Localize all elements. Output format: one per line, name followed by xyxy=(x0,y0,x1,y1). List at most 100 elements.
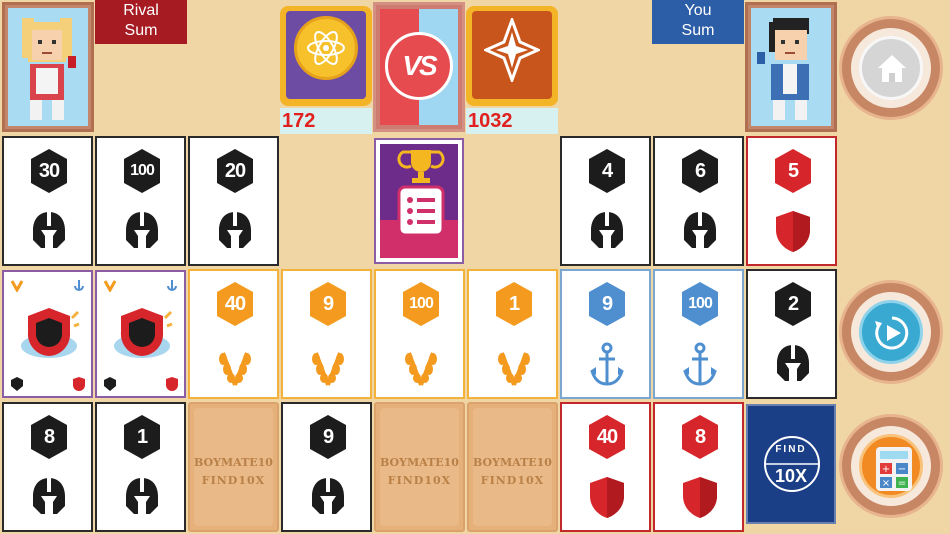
shield-icon xyxy=(587,474,627,520)
card-value-badge: 8 xyxy=(29,414,69,460)
card-value-badge: 6 xyxy=(680,148,720,194)
card[interactable]: 100 xyxy=(95,136,186,266)
trophy-list-card[interactable] xyxy=(374,138,464,264)
card-value: 20 xyxy=(224,160,246,182)
card-value-badge: 1 xyxy=(494,281,534,327)
calculator-icon: + − × = xyxy=(876,447,912,491)
slot-subtext: FIND10X xyxy=(387,474,452,487)
calculator-button[interactable]: + − × = xyxy=(839,414,943,518)
empty-card-slot[interactable]: BOYMATE10 FIND10X xyxy=(188,402,279,532)
card-value: 8 xyxy=(43,426,55,448)
vs-text: VS xyxy=(402,50,437,81)
card[interactable]: 40 xyxy=(560,402,651,532)
bonus-card[interactable] xyxy=(2,270,93,398)
card-value-badge: 40 xyxy=(587,414,627,460)
wheat-icon xyxy=(494,341,534,387)
card[interactable]: 9 xyxy=(281,269,372,399)
card[interactable]: 8 xyxy=(653,402,744,532)
card[interactable]: 9 xyxy=(281,402,372,532)
card-value-badge: 30 xyxy=(29,148,69,194)
helmet-icon xyxy=(104,377,116,391)
rival-score: 172 xyxy=(280,108,372,134)
helmet-icon xyxy=(680,208,720,254)
card-value: 9 xyxy=(322,426,334,448)
deck-subtext: 10X xyxy=(774,466,808,486)
card-value-badge: 100 xyxy=(680,281,720,327)
anchor-icon xyxy=(587,341,627,387)
you-avatar xyxy=(745,2,837,132)
card[interactable]: 8 xyxy=(2,402,93,532)
rival-avatar xyxy=(2,2,94,132)
rival-sum-label: Rival Sum xyxy=(95,0,187,44)
card-value: 100 xyxy=(409,295,434,312)
you-emblem xyxy=(466,6,558,106)
card-value-badge: 5 xyxy=(773,148,813,194)
card-value-badge: 9 xyxy=(308,414,348,460)
card[interactable]: 1 xyxy=(95,402,186,532)
card-value-badge: 4 xyxy=(587,148,627,194)
card-value-badge: 40 xyxy=(215,281,255,327)
home-button[interactable] xyxy=(839,16,943,120)
card-value-badge: 1 xyxy=(122,414,162,460)
helmet-icon xyxy=(215,208,255,254)
empty-card-slot[interactable]: BOYMATE10 FIND10X xyxy=(374,402,465,532)
card-value: 8 xyxy=(694,426,706,448)
card[interactable]: 6 xyxy=(653,136,744,266)
card-value: 1 xyxy=(136,426,148,448)
replay-icon xyxy=(875,316,909,350)
card-value: 9 xyxy=(601,293,613,315)
empty-card-slot[interactable]: BOYMATE10 FIND10X xyxy=(467,402,558,532)
card-value-badge: 9 xyxy=(587,281,627,327)
you-score: 1032 xyxy=(466,108,558,134)
card[interactable]: 100 xyxy=(653,269,744,399)
card[interactable]: 5 xyxy=(746,136,837,266)
replay-button[interactable] xyxy=(839,280,943,384)
helmet-icon xyxy=(773,341,813,387)
anchor-icon xyxy=(167,280,177,291)
shield-emblem-icon xyxy=(21,308,80,358)
card-value-badge: 20 xyxy=(215,148,255,194)
helmet-icon xyxy=(122,208,162,254)
draw-deck[interactable]: FIND 10X xyxy=(746,404,836,524)
list-icon xyxy=(397,185,445,237)
card-value: 4 xyxy=(601,160,613,182)
shield-emblem-icon xyxy=(114,308,173,358)
you-sum-label: You Sum xyxy=(652,0,744,44)
bonus-card[interactable] xyxy=(95,270,186,398)
card[interactable]: 20 xyxy=(188,136,279,266)
svg-text:×: × xyxy=(882,478,890,489)
shield-icon xyxy=(680,474,720,520)
home-icon xyxy=(878,55,906,82)
card-value-badge: 9 xyxy=(308,281,348,327)
svg-text:=: = xyxy=(898,478,906,489)
card-value-badge: 100 xyxy=(122,148,162,194)
card[interactable]: 9 xyxy=(560,269,651,399)
helmet-icon xyxy=(122,474,162,520)
card-value: 1 xyxy=(508,293,520,315)
card-value: 100 xyxy=(688,295,713,312)
shield-icon xyxy=(773,208,813,254)
wheat-icon xyxy=(401,341,441,387)
shield-icon xyxy=(166,377,178,391)
anchor-icon xyxy=(680,341,720,387)
wheat-icon xyxy=(308,341,348,387)
card-value: 2 xyxy=(787,293,799,315)
card-value: 100 xyxy=(130,162,155,179)
card[interactable]: 1 xyxy=(467,269,558,399)
card[interactable]: 100 xyxy=(374,269,465,399)
card-value-badge: 100 xyxy=(401,281,441,327)
wheat-icon xyxy=(10,280,24,292)
card-value: 30 xyxy=(38,160,60,182)
card-value: 9 xyxy=(322,293,334,315)
helmet-icon xyxy=(29,474,69,520)
slot-text: BOYMATE10 xyxy=(473,456,552,469)
card-value: 6 xyxy=(694,160,706,182)
card[interactable]: 4 xyxy=(560,136,651,266)
card-value: 5 xyxy=(787,160,799,182)
card-value: 40 xyxy=(224,293,246,315)
card[interactable]: 2 xyxy=(746,269,837,399)
card[interactable]: 30 xyxy=(2,136,93,266)
helmet-icon xyxy=(308,474,348,520)
slot-subtext: FIND10X xyxy=(201,474,266,487)
card[interactable]: 40 xyxy=(188,269,279,399)
